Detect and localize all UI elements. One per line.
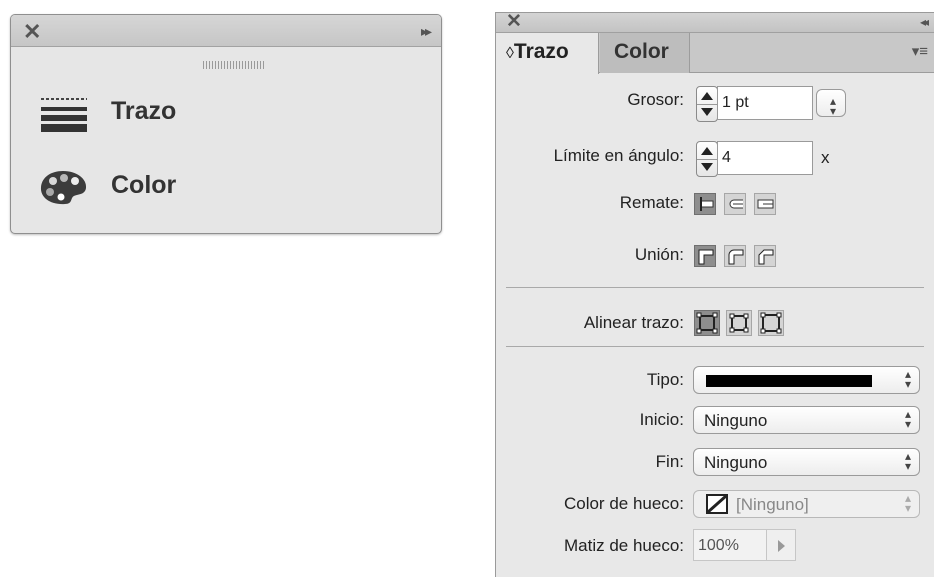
- inicio-dropdown[interactable]: Ninguno ▴ ▾: [693, 406, 920, 434]
- collapse-panels-icon[interactable]: ◂◂: [920, 15, 929, 29]
- stroke-panel: ✕ ◂◂ ◊Trazo Color ▾≡ Grosor: 1 pt ▴ ▾ Lím…: [495, 10, 934, 577]
- limite-label: Límite en ángulo:: [553, 146, 684, 165]
- tab-color[interactable]: Color: [600, 33, 690, 73]
- sort-arrows-icon: ◊: [506, 45, 514, 62]
- panel-item-color[interactable]: Color: [37, 163, 417, 211]
- panel-item-label: Trazo: [111, 97, 177, 125]
- fin-value: Ninguno: [704, 453, 768, 472]
- tipo-label: Tipo:: [646, 370, 684, 389]
- matiz-hueco-input[interactable]: 100%: [693, 529, 767, 561]
- miter-join-button[interactable]: [694, 245, 716, 267]
- inicio-label: Inicio:: [639, 410, 684, 429]
- stroke-type-swatch: [706, 375, 872, 387]
- bevel-join-button[interactable]: [754, 245, 776, 267]
- align-outside-button[interactable]: [758, 310, 784, 336]
- round-cap-button[interactable]: [724, 193, 746, 215]
- round-cap-icon: [729, 199, 743, 209]
- tab-trazo[interactable]: ◊Trazo: [496, 33, 599, 74]
- color-hueco-value: [Ninguno]: [736, 495, 809, 514]
- grosor-dropdown[interactable]: ▴ ▾: [816, 89, 846, 117]
- projecting-cap-icon: [757, 199, 774, 209]
- updown-icon: ▴ ▾: [829, 94, 836, 118]
- close-icon[interactable]: ✕: [506, 10, 522, 33]
- right-panel-titlebar[interactable]: ✕ ◂◂: [496, 10, 934, 33]
- palette-icon: [40, 171, 87, 205]
- panel-item-label: Color: [111, 171, 177, 199]
- matiz-hueco-label: Matiz de hueco:: [563, 536, 684, 555]
- tab-label: Trazo: [513, 40, 569, 63]
- panel-menu-icon[interactable]: ▾≡: [912, 42, 928, 60]
- align-center-button[interactable]: [694, 310, 720, 336]
- panel-item-trazo[interactable]: Trazo: [37, 89, 417, 137]
- grosor-input[interactable]: 1 pt: [717, 86, 813, 120]
- close-icon[interactable]: ✕: [23, 19, 41, 45]
- projecting-cap-button[interactable]: [754, 193, 776, 215]
- updown-icon: ▴ ▾: [904, 491, 911, 515]
- limite-input[interactable]: 4: [717, 141, 813, 175]
- align-inside-icon: [729, 313, 749, 333]
- fin-label: Fin:: [655, 452, 684, 471]
- grosor-stepper[interactable]: [696, 86, 718, 122]
- tab-label: Color: [614, 40, 669, 63]
- bevel-join-icon: [758, 249, 774, 265]
- fin-dropdown[interactable]: Ninguno ▴ ▾: [693, 448, 920, 476]
- separator: [506, 346, 924, 347]
- limite-stepper[interactable]: [696, 141, 718, 177]
- matiz-hueco-arrow-button[interactable]: [766, 529, 796, 561]
- remate-label: Remate:: [619, 193, 684, 212]
- tab-bar: ◊Trazo Color ▾≡: [496, 33, 934, 74]
- color-hueco-label: Color de hueco:: [563, 494, 684, 513]
- updown-icon: ▴ ▾: [904, 407, 911, 431]
- align-outside-icon: [760, 312, 782, 334]
- round-join-icon: [728, 249, 744, 265]
- union-label: Unión:: [634, 245, 684, 264]
- stroke-icon: [37, 93, 89, 133]
- miter-join-icon: [698, 249, 714, 265]
- drag-grip[interactable]: [203, 61, 265, 69]
- alinear-label: Alinear trazo:: [583, 313, 684, 332]
- color-hueco-dropdown[interactable]: [Ninguno] ▴ ▾: [693, 490, 920, 518]
- left-panel-titlebar[interactable]: ✕ ▸▸: [11, 15, 441, 47]
- grosor-label: Grosor:: [627, 90, 684, 109]
- updown-icon: ▴ ▾: [904, 449, 911, 473]
- align-inside-button[interactable]: [726, 310, 752, 336]
- tipo-dropdown[interactable]: ▴ ▾: [693, 366, 920, 394]
- limite-suffix: x: [821, 148, 830, 167]
- updown-icon: ▴ ▾: [904, 367, 911, 391]
- round-join-button[interactable]: [724, 245, 746, 267]
- expand-panels-icon[interactable]: ▸▸: [421, 23, 432, 40]
- separator: [506, 287, 924, 288]
- butt-cap-button[interactable]: [694, 193, 716, 215]
- inicio-value: Ninguno: [704, 411, 768, 430]
- collapsed-panel-dock: ✕ ▸▸ Trazo Color: [10, 14, 442, 234]
- butt-cap-icon: [700, 197, 714, 211]
- align-center-icon: [696, 312, 718, 334]
- none-swatch-icon: [706, 494, 728, 514]
